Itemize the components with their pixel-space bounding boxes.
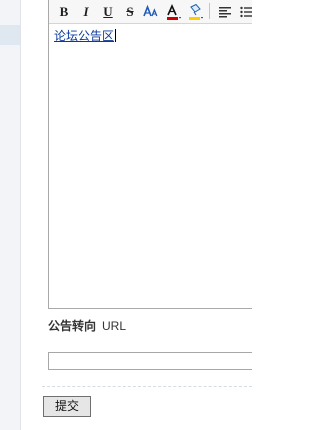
announcement-url-input[interactable] <box>48 352 252 370</box>
toolbar-separator <box>209 3 210 19</box>
submit-button[interactable]: 提交 <box>43 396 91 417</box>
announcement-url-label-cn: 公告转向 <box>48 319 97 333</box>
text-caret <box>115 29 117 42</box>
left-sidebar <box>0 0 21 430</box>
font-size-icon[interactable] <box>142 3 160 21</box>
announcement-url-label-en: URL <box>102 319 127 333</box>
align-left-icon[interactable] <box>216 3 234 21</box>
rich-text-editor[interactable]: B I U S 论坛公告区 <box>48 0 252 309</box>
announcement-editor-page: B I U S 论坛公告区 公告转向 URL 提交 <box>0 0 252 430</box>
form-divider <box>42 386 252 387</box>
unordered-list-icon[interactable] <box>238 3 252 21</box>
underline-button[interactable]: U <box>99 3 117 21</box>
left-sidebar-highlight <box>0 25 20 45</box>
background-color-icon[interactable] <box>186 3 204 21</box>
announcement-url-label: 公告转向 URL <box>48 317 126 334</box>
announcement-text: 论坛公告区 <box>54 29 115 43</box>
editor-toolbar: B I U S <box>49 0 252 24</box>
italic-button[interactable]: I <box>77 3 95 21</box>
font-color-icon[interactable] <box>164 3 182 21</box>
editor-content[interactable]: 论坛公告区 <box>54 27 117 44</box>
strikethrough-button[interactable]: S <box>121 3 139 21</box>
bold-button[interactable]: B <box>55 3 73 21</box>
